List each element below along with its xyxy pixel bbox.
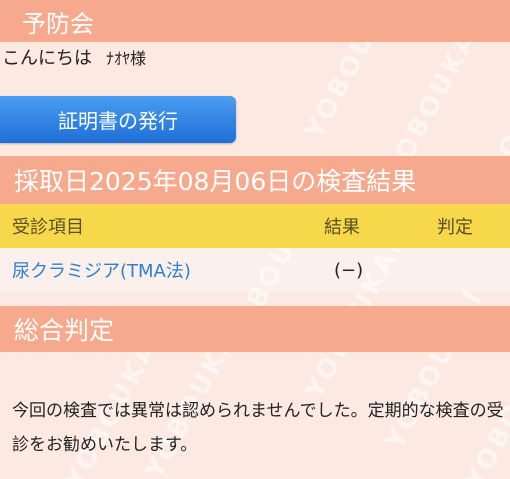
- column-header-item: 受診項目: [12, 217, 84, 238]
- column-header-result: 結果: [324, 217, 360, 238]
- greeting: こんにちは ﾅｵﾔ様: [2, 44, 146, 70]
- app-title: 予防会: [22, 9, 94, 38]
- overall-section-header: 総合判定: [0, 306, 510, 352]
- results-title: 採取日2025年08月06日の検査結果: [14, 167, 417, 196]
- test-result-value: (−): [334, 259, 364, 281]
- results-section-header: 採取日2025年08月06日の検査結果: [0, 156, 510, 204]
- greeting-text: こんにちは: [2, 48, 92, 69]
- overall-title: 総合判定: [14, 316, 115, 345]
- results-table-header: 受診項目 結果 判定: [0, 204, 510, 248]
- user-name: ﾅｵﾔ様: [106, 49, 147, 68]
- issue-certificate-button[interactable]: 証明書の発行: [0, 96, 236, 143]
- table-row: 尿クラミジア(TMA法) (−): [0, 248, 510, 292]
- app-header: 予防会: [0, 0, 510, 42]
- test-item-link[interactable]: 尿クラミジア(TMA法): [12, 257, 191, 283]
- column-header-judgement: 判定: [437, 217, 473, 238]
- overall-message: 今回の検査では異常は認められませんでした。定期的な検査の受診をお勧めいたします。: [12, 401, 504, 455]
